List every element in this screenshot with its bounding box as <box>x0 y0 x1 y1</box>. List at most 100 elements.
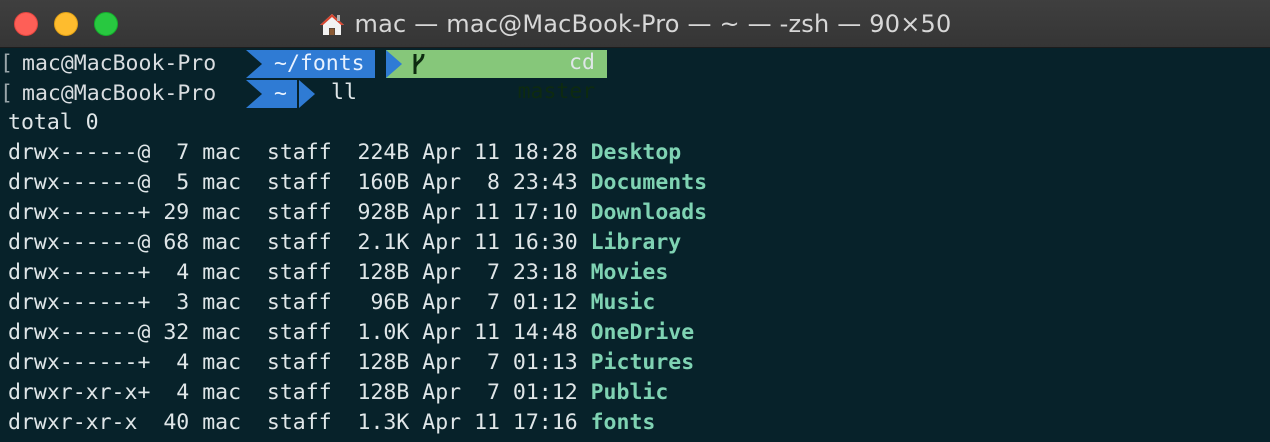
owner: mac <box>202 350 242 375</box>
entry-name[interactable]: Pictures <box>591 348 695 378</box>
day: 7 <box>474 260 500 285</box>
file-size: 1.3K <box>357 410 410 435</box>
owner: mac <box>202 230 242 255</box>
day: 7 <box>474 380 500 405</box>
entry-name[interactable]: Library <box>591 228 682 258</box>
file-size: 128B <box>357 260 410 285</box>
day: 11 <box>474 230 500 255</box>
group: staff <box>266 170 332 195</box>
prompt-line: [ mac@MacBook-Pro ~/fonts master cd <box>0 48 1270 104</box>
link-count: 3 <box>163 290 190 315</box>
time: 23:43 <box>512 170 578 195</box>
month: Apr <box>422 170 462 195</box>
file-size: 1.0K <box>357 320 410 345</box>
entry-name[interactable]: Documents <box>591 168 708 198</box>
prompt-user-host: mac@MacBook-Pro <box>22 51 217 76</box>
git-branch-icon <box>413 53 425 74</box>
prompt-command: cd <box>569 50 595 75</box>
time: 01:13 <box>512 350 578 375</box>
link-count: 40 <box>163 410 190 435</box>
month: Apr <box>422 410 462 435</box>
file-size: 96B <box>357 290 410 315</box>
entry-name[interactable]: fonts <box>591 408 656 438</box>
home-icon <box>319 14 344 35</box>
file-size: 128B <box>357 380 410 405</box>
group: staff <box>266 140 332 165</box>
entry-name[interactable]: Public <box>591 378 669 408</box>
permissions: drwxr-xr-x+ <box>8 380 151 405</box>
time: 17:10 <box>512 200 578 225</box>
owner: mac <box>202 260 242 285</box>
list-item: drwx------+ 29 mac staff 928B Apr 11 17:… <box>0 198 1270 228</box>
link-count: 4 <box>163 260 190 285</box>
permissions: drwx------+ <box>8 350 151 375</box>
time: 01:12 <box>512 290 578 315</box>
window-title-group: mac — mac@MacBook-Pro — ~ — -zsh — 90×50 <box>0 0 1270 48</box>
list-item: drwx------+ 3 mac staff 96B Apr 7 01:12 … <box>0 288 1270 318</box>
list-item: drwx------+ 4 mac staff 128B Apr 7 23:18… <box>0 258 1270 288</box>
day: 11 <box>474 200 500 225</box>
group: staff <box>266 410 332 435</box>
link-count: 68 <box>163 230 190 255</box>
time: 23:18 <box>512 260 578 285</box>
link-count: 7 <box>163 140 190 165</box>
prompt-line: [ mac@MacBook-Pro ~ ll <box>0 78 1270 108</box>
entry-name[interactable]: Desktop <box>591 138 682 168</box>
file-size: 928B <box>357 200 410 225</box>
window-title: mac — mac@MacBook-Pro — ~ — -zsh — 90×50 <box>354 10 952 38</box>
month: Apr <box>422 230 462 255</box>
prompt-bracket: [ <box>0 51 13 76</box>
permissions: drwxr-xr-x <box>8 410 151 435</box>
owner: mac <box>202 320 242 345</box>
owner: mac <box>202 290 242 315</box>
list-item: drwx------@ 32 mac staff 1.0K Apr 11 14:… <box>0 318 1270 348</box>
link-count: 29 <box>163 200 190 225</box>
group: staff <box>266 320 332 345</box>
permissions: drwx------@ <box>8 170 151 195</box>
permissions: drwx------@ <box>8 320 151 345</box>
time: 16:30 <box>512 230 578 255</box>
month: Apr <box>422 200 462 225</box>
month: Apr <box>422 320 462 345</box>
group: staff <box>266 260 332 285</box>
file-size: 224B <box>357 140 410 165</box>
day: 7 <box>474 290 500 315</box>
month: Apr <box>422 140 462 165</box>
prompt-bracket: [ <box>0 81 13 106</box>
link-count: 4 <box>163 380 190 405</box>
permissions: drwx------@ <box>8 230 151 255</box>
entry-name[interactable]: OneDrive <box>591 318 695 348</box>
entry-name[interactable]: Downloads <box>591 198 708 228</box>
permissions: drwx------+ <box>8 290 151 315</box>
list-item: drwx------@ 68 mac staff 2.1K Apr 11 16:… <box>0 228 1270 258</box>
month: Apr <box>422 380 462 405</box>
owner: mac <box>202 200 242 225</box>
directory-listing: drwx------@ 7 mac staff 224B Apr 11 18:2… <box>0 138 1270 438</box>
month: Apr <box>422 290 462 315</box>
owner: mac <box>202 170 242 195</box>
day: 11 <box>474 410 500 435</box>
list-item: drwx------@ 5 mac staff 160B Apr 8 23:43… <box>0 168 1270 198</box>
permissions: drwx------+ <box>8 260 151 285</box>
terminal-window: mac — mac@MacBook-Pro — ~ — -zsh — 90×50… <box>0 0 1270 442</box>
time: 14:48 <box>512 320 578 345</box>
terminal-content[interactable]: [ mac@MacBook-Pro ~/fonts master cd [ma… <box>0 48 1270 442</box>
entry-name[interactable]: Music <box>591 288 656 318</box>
prompt-user-host: mac@MacBook-Pro <box>22 81 217 106</box>
list-item: drwx------@ 7 mac staff 224B Apr 11 18:2… <box>0 138 1270 168</box>
month: Apr <box>422 260 462 285</box>
file-size: 2.1K <box>357 230 410 255</box>
file-size: 160B <box>357 170 410 195</box>
group: staff <box>266 350 332 375</box>
title-bar[interactable]: mac — mac@MacBook-Pro — ~ — -zsh — 90×50 <box>0 0 1270 48</box>
owner: mac <box>202 410 242 435</box>
owner: mac <box>202 380 242 405</box>
prompt-command: ll <box>331 80 357 105</box>
owner: mac <box>202 140 242 165</box>
list-item: drwx------+ 4 mac staff 128B Apr 7 01:13… <box>0 348 1270 378</box>
link-count: 32 <box>163 320 190 345</box>
prompt-separator-icon <box>386 50 402 78</box>
entry-name[interactable]: Movies <box>591 258 669 288</box>
group: staff <box>266 290 332 315</box>
prompt-directory: ~/fonts <box>246 50 375 78</box>
